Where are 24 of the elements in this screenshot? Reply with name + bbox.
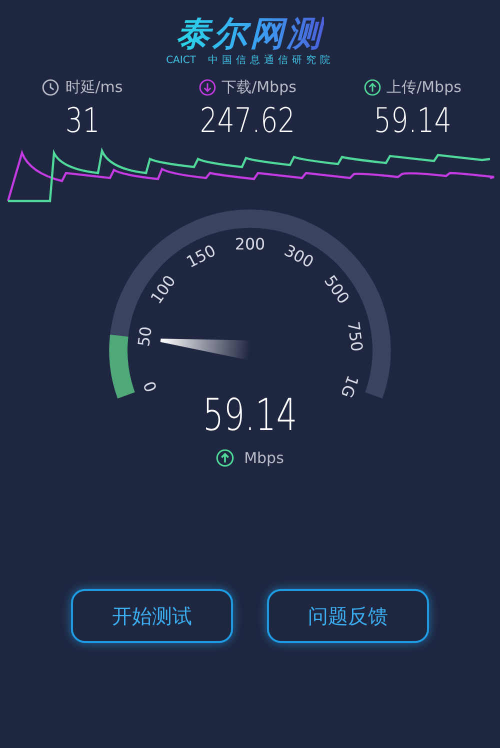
clock-icon (42, 79, 60, 96)
org-code: CAICT (166, 54, 196, 68)
tick-label: 50 (134, 325, 156, 348)
metric-label: 下载/Mbps (222, 78, 296, 97)
speed-value: 59.14 (202, 391, 298, 441)
metric-label: 时延/ms (65, 78, 123, 97)
tick-label: 150 (183, 240, 219, 272)
metric-label: 上传/Mbps (386, 78, 462, 97)
download-icon (198, 79, 216, 96)
gauge-fill (109, 335, 136, 398)
tick-label: 750 (344, 320, 367, 353)
action-button[interactable]: 开始测试 (71, 589, 233, 643)
org-name: 中国信息通信研究院 (208, 54, 334, 68)
metric-value: 31 (65, 100, 100, 143)
upload-icon (364, 79, 381, 96)
upload-icon (216, 449, 234, 467)
tick-label: 1G (337, 372, 363, 400)
action-button[interactable]: 问题反馈 (267, 589, 429, 643)
tick-label: 0 (140, 378, 161, 395)
metric-value: 59.14 (374, 100, 452, 143)
tick-label: 300 (281, 240, 317, 272)
tick-label: 200 (234, 234, 266, 254)
metric-value: 247.62 (200, 100, 296, 143)
speed-unit: Mbps (244, 449, 284, 467)
